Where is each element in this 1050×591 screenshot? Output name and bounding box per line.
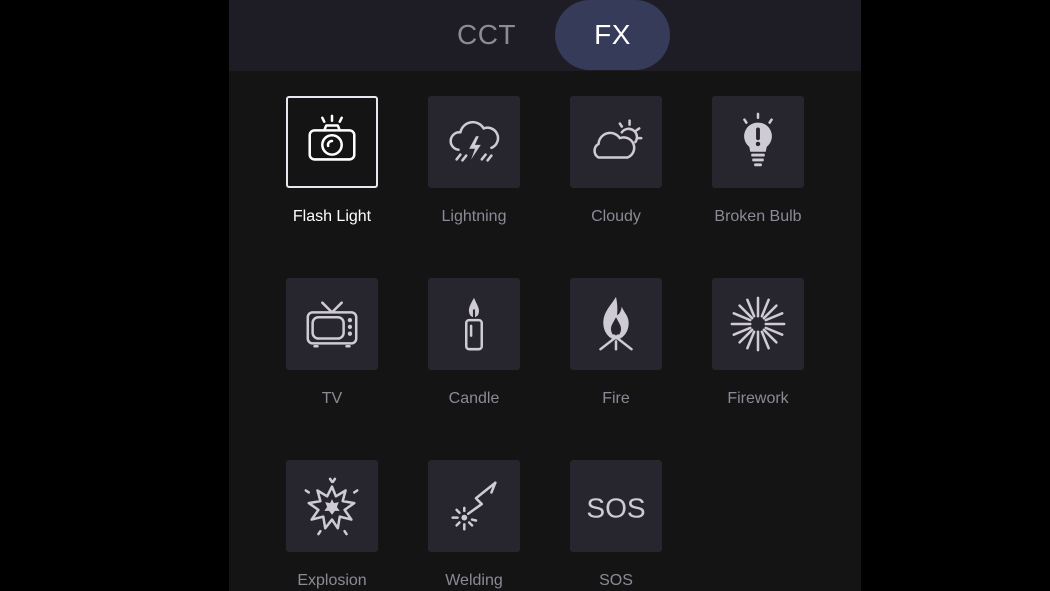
effect-tile-fire[interactable]: [570, 278, 662, 370]
tab-cct[interactable]: CCT: [429, 0, 544, 70]
effect-label[interactable]: Lightning: [399, 208, 549, 226]
sos-icon-text: SOS: [586, 493, 645, 524]
firework-icon: [730, 296, 786, 352]
mode-tab-bar: CCT FX: [229, 0, 861, 71]
effect-tile-broken-bulb[interactable]: [712, 96, 804, 188]
camera-flash-icon: [308, 114, 356, 161]
effect-label[interactable]: Fire: [541, 390, 691, 408]
effect-label[interactable]: Firework: [683, 390, 833, 408]
effect-tile-firework[interactable]: [712, 278, 804, 370]
effect-label[interactable]: Candle: [399, 390, 549, 408]
effect-label[interactable]: Cloudy: [541, 208, 691, 226]
effect-tile-lightning[interactable]: [428, 96, 520, 188]
effect-label[interactable]: SOS: [541, 572, 691, 590]
sos-icon: SOS: [586, 493, 645, 524]
effect-tile-welding[interactable]: [428, 460, 520, 552]
lightning-cloud-icon: [449, 120, 500, 162]
effect-label[interactable]: TV: [257, 390, 407, 408]
effect-tile-cloudy[interactable]: [570, 96, 662, 188]
broken-bulb-icon: [743, 112, 773, 167]
candle-icon: [464, 297, 484, 351]
welding-icon: [451, 481, 497, 531]
effect-label[interactable]: Explosion: [257, 572, 407, 590]
effect-label[interactable]: Flash Light: [257, 208, 407, 226]
tv-icon: [306, 301, 358, 348]
effect-tile-sos[interactable]: SOS: [570, 460, 662, 552]
effect-tile-explosion[interactable]: [286, 460, 378, 552]
fire-icon: [599, 296, 633, 351]
effect-label[interactable]: Broken Bulb: [683, 208, 833, 226]
explosion-icon: [304, 477, 359, 536]
tab-fx[interactable]: FX: [555, 0, 670, 70]
fx-panel: CCT FX Flash Light Lightning Cloudy Brok…: [229, 0, 861, 591]
effect-tile-flash-light[interactable]: [286, 96, 378, 188]
effect-tile-tv[interactable]: [286, 278, 378, 370]
cloudy-icon: [593, 119, 643, 159]
effect-label[interactable]: Welding: [399, 572, 549, 590]
effect-tile-candle[interactable]: [428, 278, 520, 370]
